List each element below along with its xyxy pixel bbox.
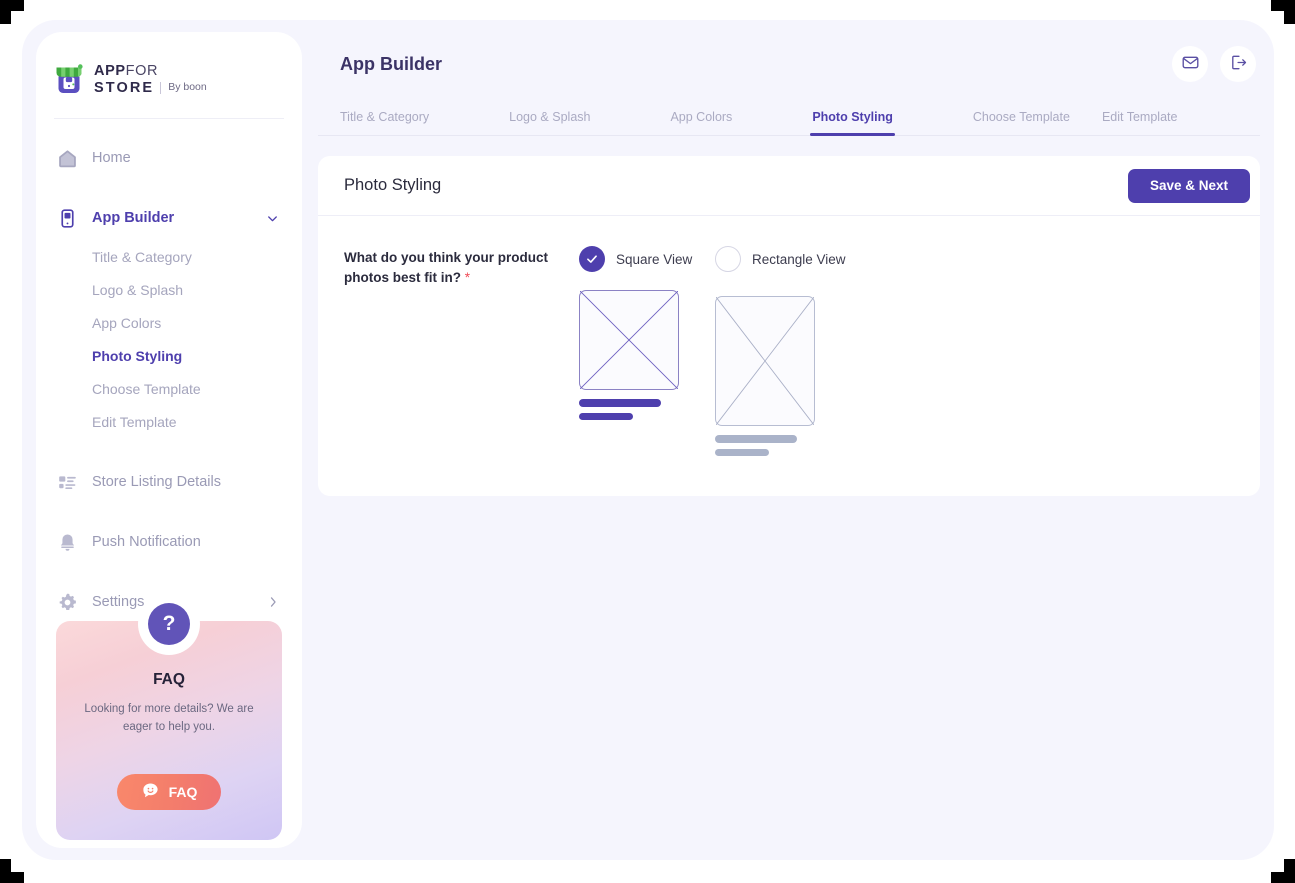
envelope-icon: [1181, 53, 1200, 75]
chevron-right-icon[interactable]: [266, 595, 280, 609]
crop-mark-bottom-left: [0, 859, 24, 883]
sidebar-item-home[interactable]: Home: [36, 137, 302, 179]
tab-app-colors[interactable]: App Colors: [670, 110, 732, 135]
mail-button[interactable]: [1172, 46, 1208, 82]
square-placeholder: [579, 290, 679, 390]
option-rectangle-view-label: Rectangle View: [752, 251, 846, 267]
mobile-app-icon: [56, 207, 78, 229]
text-bar-secondary: [579, 413, 633, 420]
list-details-icon: [56, 471, 78, 493]
home-icon: [56, 147, 78, 169]
crop-mark-top-left: [0, 0, 24, 24]
tab-choose-template[interactable]: Choose Template: [973, 110, 1070, 135]
card-header: Photo Styling Save & Next: [318, 156, 1260, 216]
brand-line1-bold: APP: [94, 63, 126, 79]
logout-icon: [1229, 53, 1248, 75]
sidebar-item-app-builder-label: App Builder: [92, 210, 175, 227]
sidebar-item-app-builder[interactable]: App Builder: [36, 197, 302, 239]
page-title: App Builder: [340, 53, 442, 74]
brand-wordmark: APPFOR STORE By boon: [94, 62, 207, 96]
sidebar-nav: Home App Builder Title & Category Logo &…: [36, 119, 302, 623]
crop-mark-top-right: [1271, 0, 1295, 24]
gear-icon: [56, 591, 78, 613]
sidebar: APPFOR STORE By boon Home App Builder Ti…: [36, 32, 302, 848]
faq-badge-glyph: ?: [148, 603, 190, 645]
sidebar-subitem-edit-template[interactable]: Edit Template: [36, 406, 302, 439]
bell-icon: [56, 531, 78, 553]
photo-styling-card: Photo Styling Save & Next What do you th…: [318, 156, 1260, 496]
question-mark-icon: ?: [138, 593, 200, 655]
sidebar-item-store-listing-details-label: Store Listing Details: [92, 474, 221, 491]
tab-photo-styling[interactable]: Photo Styling: [810, 110, 895, 136]
brand-line2: STORE: [94, 79, 155, 96]
sidebar-subitem-photo-styling[interactable]: Photo Styling: [36, 340, 302, 373]
card-title: Photo Styling: [344, 176, 442, 194]
brand-logo[interactable]: APPFOR STORE By boon: [36, 32, 302, 96]
radio-square-view[interactable]: [579, 246, 605, 272]
save-and-next-button[interactable]: Save & Next: [1127, 168, 1250, 203]
tab-title-category[interactable]: Title & Category: [340, 110, 429, 135]
required-asterisk: *: [464, 269, 471, 285]
sidebar-subnav-app-builder: Title & Category Logo & Splash App Color…: [36, 239, 302, 443]
faq-button[interactable]: FAQ: [117, 774, 221, 810]
storefront-icon: [54, 63, 84, 95]
chat-smile-icon: [141, 781, 160, 803]
rectangle-preview: [715, 296, 851, 456]
card-body: What do you think your product photos be…: [318, 216, 1260, 496]
tab-edit-template[interactable]: Edit Template: [1102, 110, 1178, 135]
tab-logo-splash[interactable]: Logo & Splash: [509, 110, 590, 135]
top-bar: App Builder: [318, 32, 1260, 96]
sidebar-subitem-choose-template[interactable]: Choose Template: [36, 373, 302, 406]
option-square-view-label: Square View: [616, 251, 693, 267]
sidebar-item-store-listing-details[interactable]: Store Listing Details: [36, 461, 302, 503]
faq-card: ? FAQ Looking for more details? We are e…: [56, 593, 282, 840]
question-text: What do you think your product photos be…: [344, 250, 548, 285]
sidebar-item-home-label: Home: [92, 150, 131, 167]
option-square-view[interactable]: Square View: [579, 244, 715, 456]
sidebar-subitem-app-colors[interactable]: App Colors: [36, 307, 302, 340]
brand-line1-light: FOR: [125, 63, 159, 79]
option-rectangle-view[interactable]: Rectangle View: [715, 244, 851, 456]
sidebar-subitem-title-category[interactable]: Title & Category: [36, 241, 302, 274]
rectangle-preview-text-bars: [715, 435, 851, 456]
rectangle-placeholder: [715, 296, 815, 426]
text-bar-primary: [715, 435, 797, 443]
square-preview-text-bars: [579, 399, 715, 420]
option-rectangle-view-header[interactable]: Rectangle View: [715, 244, 851, 274]
app-shell: APPFOR STORE By boon Home App Builder Ti…: [22, 20, 1274, 860]
question-label: What do you think your product photos be…: [344, 244, 559, 456]
square-preview: [579, 290, 715, 420]
main-content: App Builder Title & Category Logo & Spla…: [318, 32, 1260, 848]
text-bar-primary: [579, 399, 661, 407]
option-square-view-header[interactable]: Square View: [579, 244, 715, 274]
sidebar-item-push-notification-label: Push Notification: [92, 534, 201, 551]
sidebar-item-push-notification[interactable]: Push Notification: [36, 521, 302, 563]
faq-title: FAQ: [153, 671, 185, 688]
brand-byline: By boon: [160, 81, 207, 94]
faq-button-label: FAQ: [168, 784, 198, 800]
chevron-down-icon[interactable]: [265, 211, 280, 226]
sidebar-subitem-logo-splash[interactable]: Logo & Splash: [36, 274, 302, 307]
text-bar-secondary: [715, 449, 769, 456]
photo-style-options: Square View Rectangle View: [559, 244, 851, 456]
logout-button[interactable]: [1220, 46, 1256, 82]
radio-rectangle-view[interactable]: [715, 246, 741, 272]
faq-description: Looking for more details? We are eager t…: [84, 703, 254, 733]
tab-bar: Title & Category Logo & Splash App Color…: [318, 96, 1260, 136]
crop-mark-bottom-right: [1271, 859, 1295, 883]
